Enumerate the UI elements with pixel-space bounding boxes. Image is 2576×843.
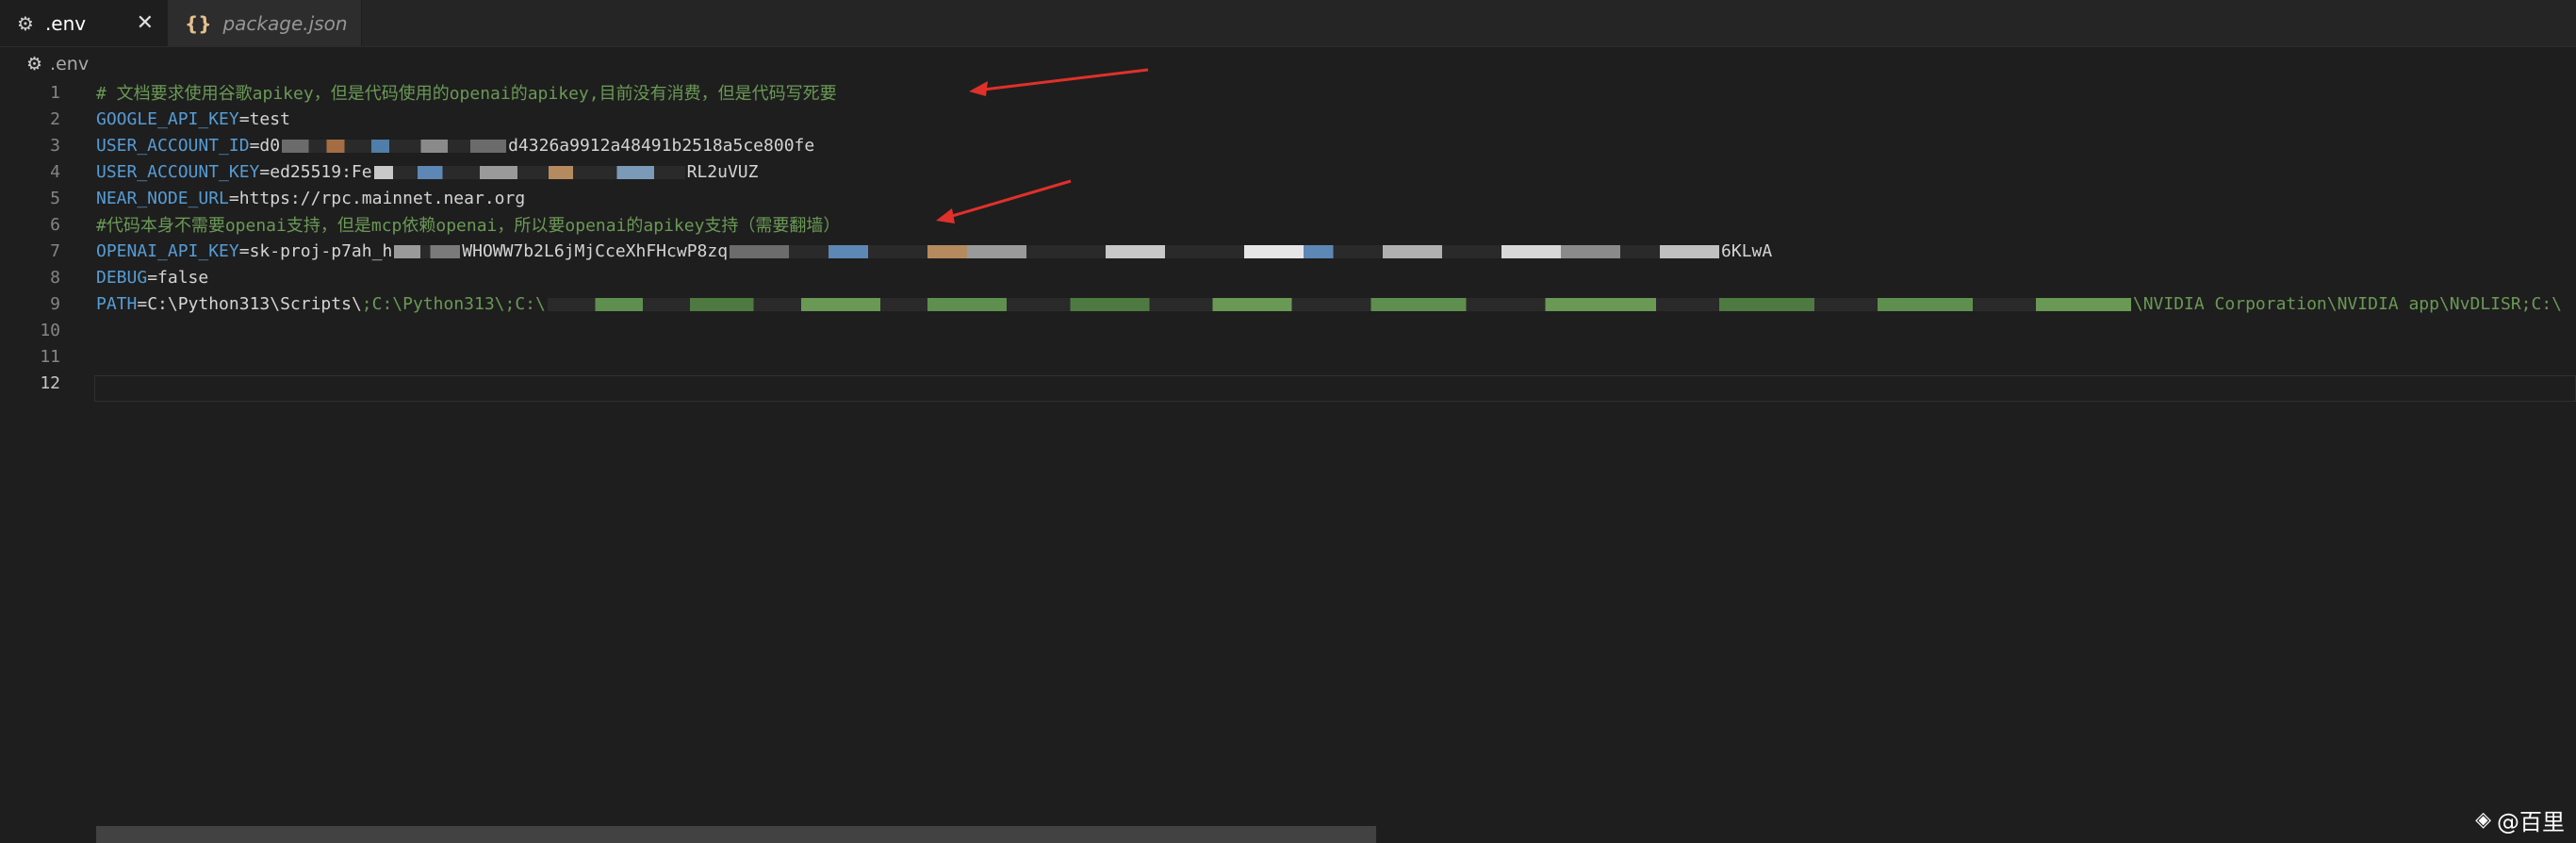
arrow-annotation-2: [936, 179, 1072, 223]
diamond-icon: ◈: [2475, 808, 2491, 832]
watermark: ◈ @百里: [2475, 803, 2565, 836]
arrow-annotation-1: [969, 68, 1149, 96]
watermark-text: @百里: [2497, 809, 2565, 835]
annotation-arrows: [936, 68, 1149, 223]
horizontal-scrollbar[interactable]: [96, 826, 1376, 843]
editor-window: ⚙ .env ✕ {} package.json ⚙ .env 1 # 文档要求…: [0, 0, 2576, 843]
